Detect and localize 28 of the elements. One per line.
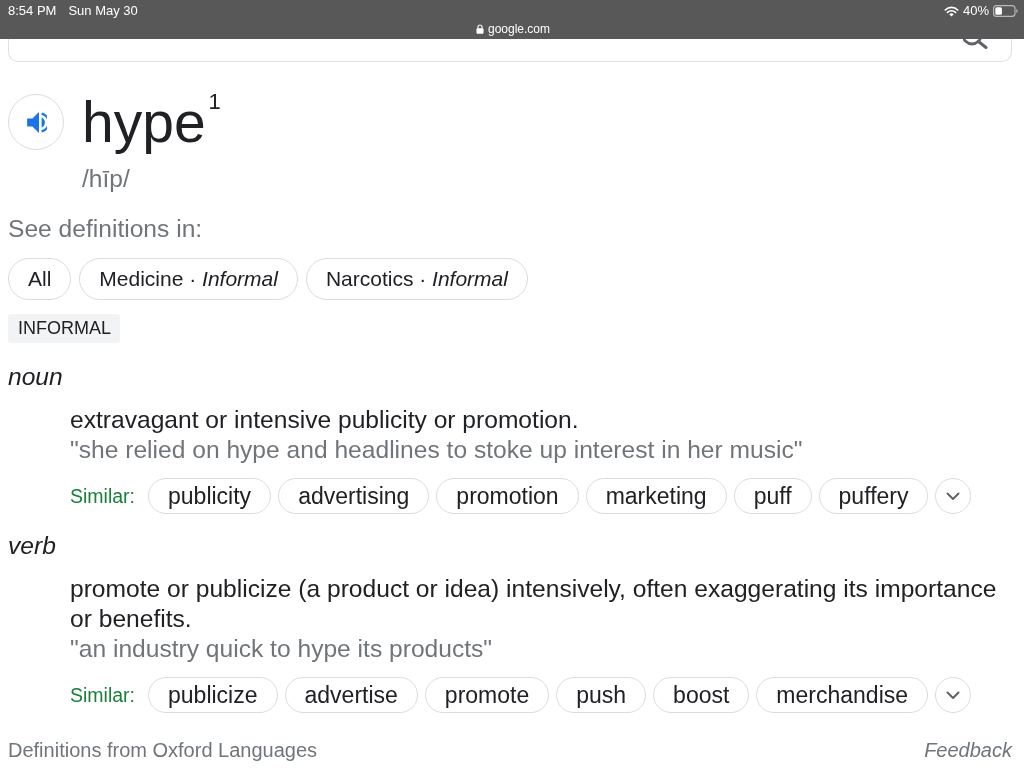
url-text[interactable]: google.com — [487, 21, 550, 37]
expand-button[interactable] — [935, 478, 972, 514]
pronunciation: /hīp/ — [82, 165, 130, 193]
battery-icon — [993, 5, 1018, 17]
register-label: INFORMAL — [8, 314, 120, 343]
chevron-down-icon — [946, 491, 961, 501]
part-of-speech: noun — [8, 363, 63, 391]
example-sentence: "she relied on hype and headlines to stoke up interest in her music" — [70, 435, 803, 465]
similar-label: Similar: — [70, 683, 135, 707]
lock-icon — [475, 24, 484, 34]
status-date: Sun May 30 — [68, 3, 138, 19]
search-field[interactable] — [8, 39, 1012, 62]
battery-percent: 40% — [962, 3, 989, 19]
chevron-down-icon — [946, 690, 961, 700]
example-sentence: "an industry quick to hype its products" — [70, 634, 493, 664]
speaker-icon — [26, 111, 47, 133]
source-text: Definitions from Oxford Languages — [8, 739, 318, 761]
speaker-button[interactable] — [8, 94, 64, 150]
definition-text: extravagant or intensive publicity or promotion. — [70, 405, 580, 435]
search-icon — [963, 39, 989, 49]
part-of-speech: verb — [8, 532, 56, 560]
expand-button[interactable] — [935, 677, 972, 713]
see-definitions-label: See definitions in: — [8, 215, 203, 243]
definition-text: promote or publicize (a product or idea) intensively, often exaggerating its importance or benefits. — [70, 574, 998, 634]
wifi-icon — [943, 5, 959, 17]
feedback-link[interactable]: Feedback — [924, 739, 1012, 761]
similar-label: Similar: — [70, 484, 135, 508]
status-time: 8:54 PM — [8, 3, 57, 19]
